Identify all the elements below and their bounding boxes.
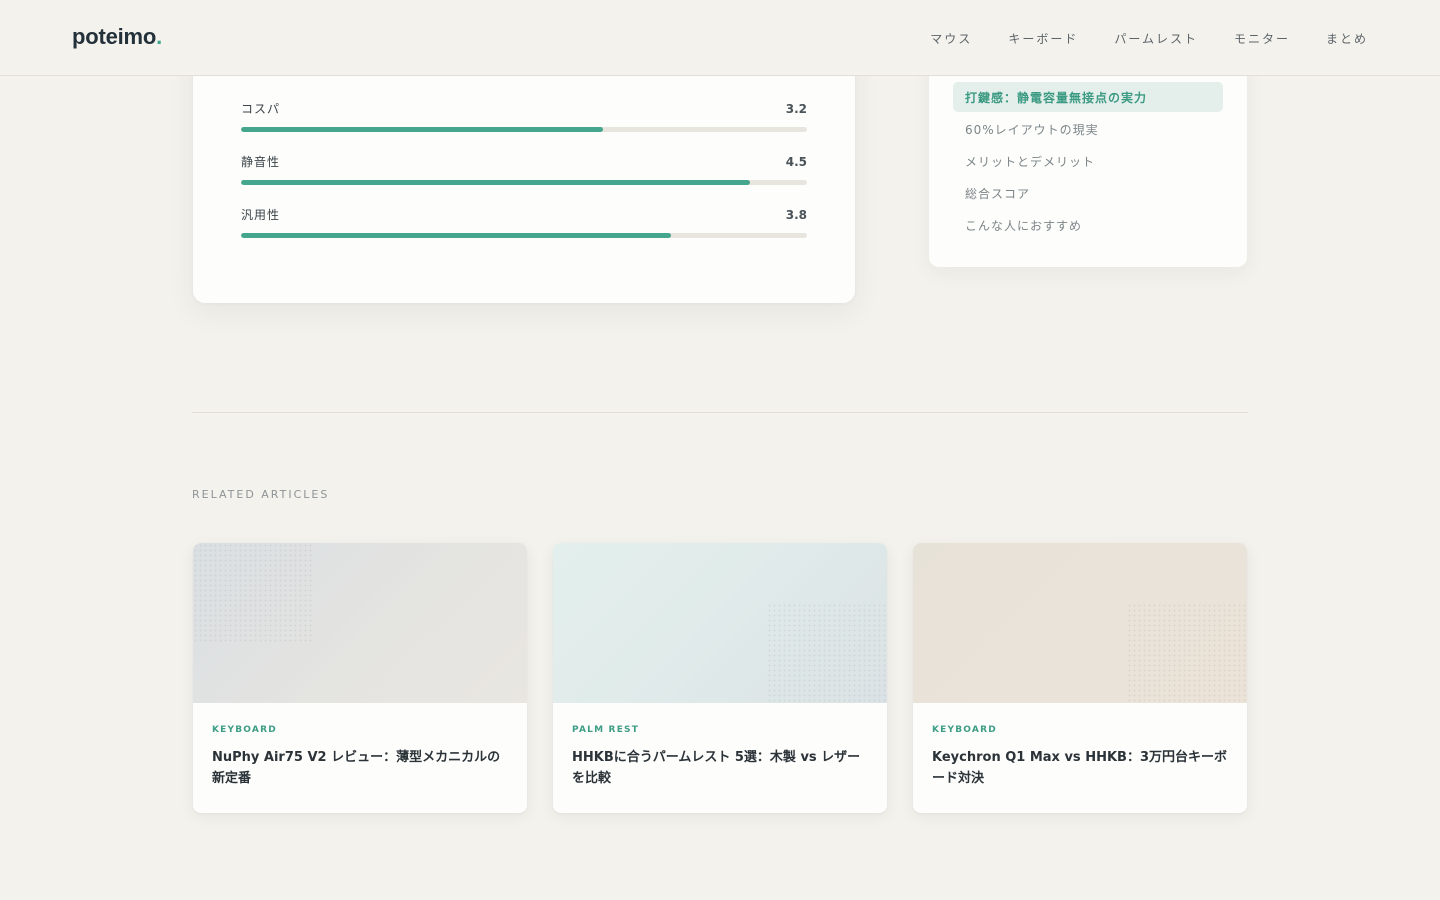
score-row-versatility: 汎用性 3.8 [241, 206, 807, 238]
card-thumbnail [913, 543, 1247, 703]
nav-item-keyboard[interactable]: キーボード [1008, 30, 1078, 47]
related-articles-heading: RELATED ARTICLES [192, 488, 330, 501]
score-value: 3.2 [785, 102, 807, 116]
main-nav: マウス キーボード パームレスト モニター まとめ [930, 30, 1368, 47]
score-label: 静音性 [241, 155, 281, 169]
score-bar-track [241, 233, 807, 238]
score-bar-track [241, 180, 807, 185]
card-title[interactable]: NuPhy Air75 V2 レビュー：薄型メカニカルの新定番 [212, 747, 508, 789]
site-header: poteimo. マウス キーボード パームレスト モニター まとめ [0, 0, 1440, 76]
score-bar-fill [241, 127, 604, 132]
score-value: 4.5 [785, 155, 807, 169]
toc-item-total-score[interactable]: 総合スコア [953, 178, 1223, 208]
nav-item-palm-rest[interactable]: パームレスト [1114, 30, 1198, 47]
toc-item-pros-cons[interactable]: メリットとデメリット [953, 146, 1223, 176]
card-thumbnail [553, 543, 887, 703]
toc-item-60-layout[interactable]: 60%レイアウトの現実 [953, 114, 1223, 144]
score-bar-track [241, 127, 807, 132]
related-card[interactable]: KEYBOARD NuPhy Air75 V2 レビュー：薄型メカニカルの新定番 [193, 543, 527, 813]
score-row-cost: コスパ 3.2 [241, 100, 807, 132]
card-title[interactable]: Keychron Q1 Max vs HHKB：3万円台キーボード対決 [932, 747, 1228, 789]
score-value: 3.8 [785, 208, 807, 222]
nav-item-mouse[interactable]: マウス [930, 30, 972, 47]
card-category: KEYBOARD [212, 725, 277, 735]
site-logo[interactable]: poteimo. [72, 24, 162, 50]
related-card[interactable]: KEYBOARD Keychron Q1 Max vs HHKB：3万円台キーボ… [913, 543, 1247, 813]
nav-item-summary[interactable]: まとめ [1326, 30, 1368, 47]
toc-item-typing-feel[interactable]: 打鍵感：静電容量無接点の実力 [953, 82, 1223, 112]
thumbnail-texture [1127, 603, 1247, 703]
logo-text: poteimo [72, 24, 157, 49]
section-divider [192, 412, 1248, 413]
score-bar-fill [241, 180, 751, 185]
score-label: コスパ [241, 102, 281, 116]
score-label: 汎用性 [241, 208, 281, 222]
card-category: KEYBOARD [932, 725, 997, 735]
card-category: PALM REST [572, 725, 640, 735]
toc-item-recommended-for[interactable]: こんな人におすすめ [953, 210, 1223, 240]
card-title[interactable]: HHKBに合うパームレスト 5選：木製 vs レザーを比較 [572, 747, 868, 789]
related-card[interactable]: PALM REST HHKBに合うパームレスト 5選：木製 vs レザーを比較 [553, 543, 887, 813]
score-row-quietness: 静音性 4.5 [241, 153, 807, 185]
thumbnail-texture [767, 603, 887, 703]
logo-dot: . [156, 24, 163, 49]
score-bar-fill [241, 233, 672, 238]
thumbnail-texture [193, 543, 313, 643]
card-thumbnail [193, 543, 527, 703]
nav-item-monitor[interactable]: モニター [1234, 30, 1290, 47]
